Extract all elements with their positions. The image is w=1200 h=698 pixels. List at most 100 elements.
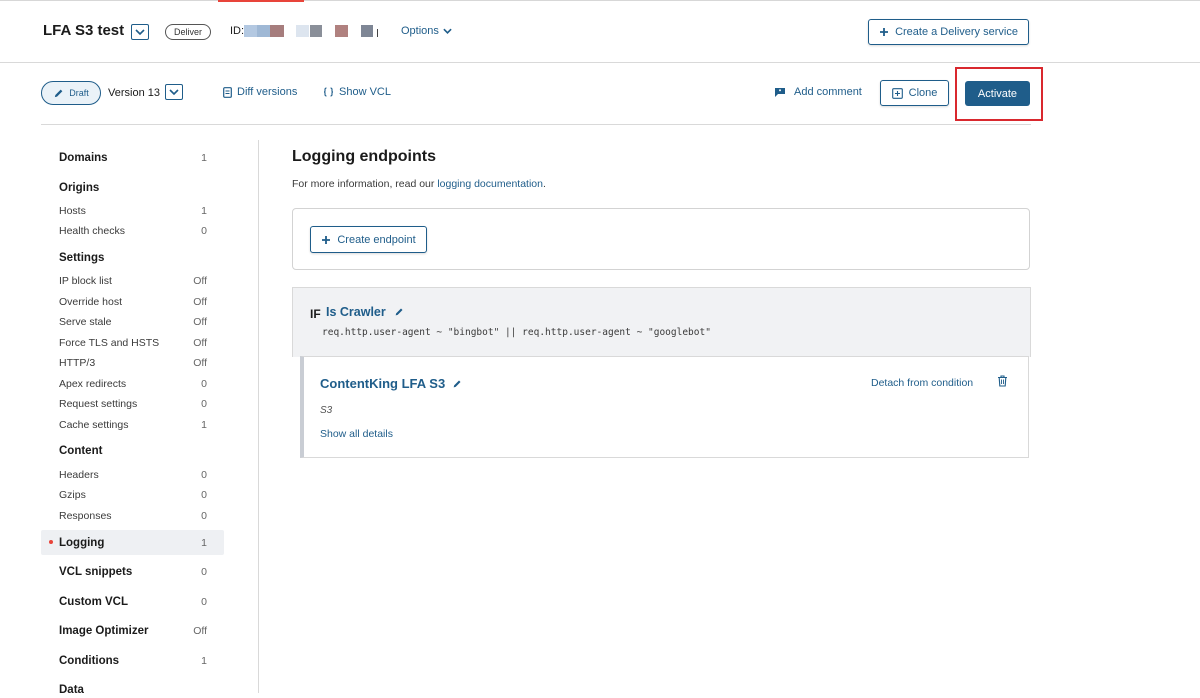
service-type-badge: Deliver: [165, 24, 212, 40]
sidebar-item-label: Conditions: [59, 655, 120, 667]
diff-versions-label: Diff versions: [237, 86, 298, 98]
sidebar-item-label: Override host: [59, 296, 123, 308]
options-label: Options: [401, 25, 439, 37]
top-accent-bar: [218, 0, 304, 2]
service-switcher-button[interactable]: [131, 24, 149, 40]
sidebar-item-count: 0: [201, 489, 207, 501]
sidebar-item-responses[interactable]: Responses 0: [41, 508, 224, 524]
delete-endpoint-button[interactable]: [997, 375, 1008, 390]
create-delivery-service-button[interactable]: Create a Delivery service: [868, 19, 1029, 45]
sidebar-item-conditions[interactable]: Conditions 1: [41, 653, 224, 669]
trash-icon: [998, 375, 1007, 387]
sidebar-item-force-tls[interactable]: Force TLS and HSTS Off: [41, 335, 224, 351]
sidebar-item-vcl-snippets[interactable]: VCL snippets 0: [41, 564, 224, 580]
endpoint-card: [300, 356, 1029, 458]
sidebar-item-count: 1: [201, 536, 207, 549]
sidebar-item-label: VCL snippets: [59, 566, 133, 578]
options-menu[interactable]: Options: [401, 25, 452, 37]
active-indicator-dot: [49, 540, 53, 544]
sidebar-item-custom-vcl[interactable]: Custom VCL 0: [41, 594, 224, 610]
create-endpoint-button[interactable]: Create endpoint: [310, 226, 427, 253]
sidebar-item-cache-settings[interactable]: Cache settings 1: [41, 417, 224, 433]
sidebar-item-override-host[interactable]: Override host Off: [41, 294, 224, 310]
code-braces-icon: [323, 87, 334, 97]
sidebar-section-label: Data: [59, 684, 84, 696]
sidebar-item-image-optimizer[interactable]: Image Optimizer Off: [41, 623, 224, 639]
sidebar-section-label: Origins: [59, 182, 100, 194]
pencil-icon: [453, 380, 461, 387]
sidebar-item-count: 0: [201, 225, 207, 237]
sidebar-item-label: Gzips: [59, 489, 86, 501]
sidebar-item-ip-block-list[interactable]: IP block list Off: [41, 273, 224, 289]
sidebar-item-count: 0: [201, 566, 207, 578]
sidebar-item-count: 0: [201, 469, 207, 481]
service-id-label: ID:: [230, 25, 245, 37]
sidebar-item-label: Cache settings: [59, 419, 129, 431]
sidebar-item-gzips[interactable]: Gzips 0: [41, 487, 224, 503]
create-endpoint-label: Create endpoint: [337, 233, 416, 246]
sidebar-item-hosts[interactable]: Hosts 1: [41, 203, 224, 219]
sidebar-section-settings: Settings: [41, 250, 224, 266]
sidebar-item-label: Logging: [59, 536, 105, 549]
clone-button[interactable]: Clone: [880, 80, 949, 106]
plus-icon: [880, 28, 889, 36]
sidebar-item-status: Off: [193, 296, 207, 308]
sidebar-item-domains[interactable]: Domains 1: [41, 150, 224, 166]
sidebar-item-label: Hosts: [59, 205, 86, 217]
sidebar-item-health-checks[interactable]: Health checks 0: [41, 223, 224, 239]
condition-name: Is Crawler: [326, 305, 386, 319]
endpoint-type: S3: [320, 405, 333, 416]
version-switcher-button[interactable]: [165, 84, 183, 100]
sidebar-item-count: 0: [201, 398, 207, 410]
show-vcl-link[interactable]: Show VCL: [323, 86, 391, 98]
sidebar-item-status: Off: [193, 275, 207, 287]
sidebar-section-data: Data: [41, 682, 224, 698]
diff-versions-link[interactable]: Diff versions: [223, 86, 297, 98]
info-prefix: For more information, read our: [292, 178, 438, 190]
sidebar-item-label: Custom VCL: [59, 596, 128, 608]
pencil-icon: [395, 308, 403, 316]
sidebar-divider: [258, 140, 259, 693]
sidebar-section-label: Settings: [59, 252, 105, 264]
sidebar-item-serve-stale[interactable]: Serve stale Off: [41, 314, 224, 330]
sidebar-item-http3[interactable]: HTTP/3 Off: [41, 355, 224, 371]
sidebar-item-logging[interactable]: Logging 1: [41, 530, 224, 555]
info-text: For more information, read our logging d…: [292, 178, 546, 190]
version-label: Version 13: [108, 87, 160, 99]
sidebar-item-label: Domains: [59, 152, 108, 164]
sidebar-item-count: 0: [201, 596, 207, 608]
sidebar-item-status: Off: [193, 357, 207, 369]
sidebar-item-count: 0: [201, 378, 207, 390]
version-bar-divider: [41, 124, 1031, 125]
add-comment-link[interactable]: Add comment: [774, 86, 862, 98]
top-border: [0, 0, 1200, 1]
sidebar-item-count: 1: [201, 419, 207, 431]
detach-from-condition-link[interactable]: Detach from condition: [871, 377, 973, 389]
chevron-down-icon: [443, 28, 452, 34]
sidebar-item-headers[interactable]: Headers 0: [41, 467, 224, 483]
add-comment-label: Add comment: [794, 86, 862, 98]
condition-expression: req.http.user-agent ~ "bingbot" || req.h…: [322, 327, 711, 338]
endpoint-name: ContentKing LFA S3: [320, 376, 446, 391]
sidebar-item-label: Force TLS and HSTS: [59, 337, 160, 349]
sidebar-item-label: Responses: [59, 510, 112, 522]
sidebar-item-apex-redirects[interactable]: Apex redirects 0: [41, 376, 224, 392]
show-all-details-link[interactable]: Show all details: [320, 428, 393, 440]
sidebar-item-request-settings[interactable]: Request settings 0: [41, 396, 224, 412]
draft-label: Draft: [69, 88, 89, 98]
sidebar-item-status: Off: [193, 337, 207, 349]
condition-name-link[interactable]: Is Crawler: [326, 305, 404, 319]
draft-status-pill[interactable]: Draft: [41, 81, 101, 105]
service-name: LFA S3 test: [43, 22, 125, 39]
sidebar-item-label: Serve stale: [59, 316, 112, 328]
sidebar-item-count: 1: [201, 655, 207, 667]
endpoint-name-link[interactable]: ContentKing LFA S3: [320, 376, 462, 391]
condition-if-label: IF: [310, 307, 321, 321]
chevron-down-icon: [135, 29, 145, 35]
sidebar-section-label: Content: [59, 445, 103, 457]
sidebar-item-label: Health checks: [59, 225, 125, 237]
header-divider: [0, 62, 1200, 63]
logging-documentation-link[interactable]: logging documentation: [437, 178, 543, 190]
page-title: Logging endpoints: [292, 148, 436, 165]
plus-icon: [322, 235, 331, 244]
